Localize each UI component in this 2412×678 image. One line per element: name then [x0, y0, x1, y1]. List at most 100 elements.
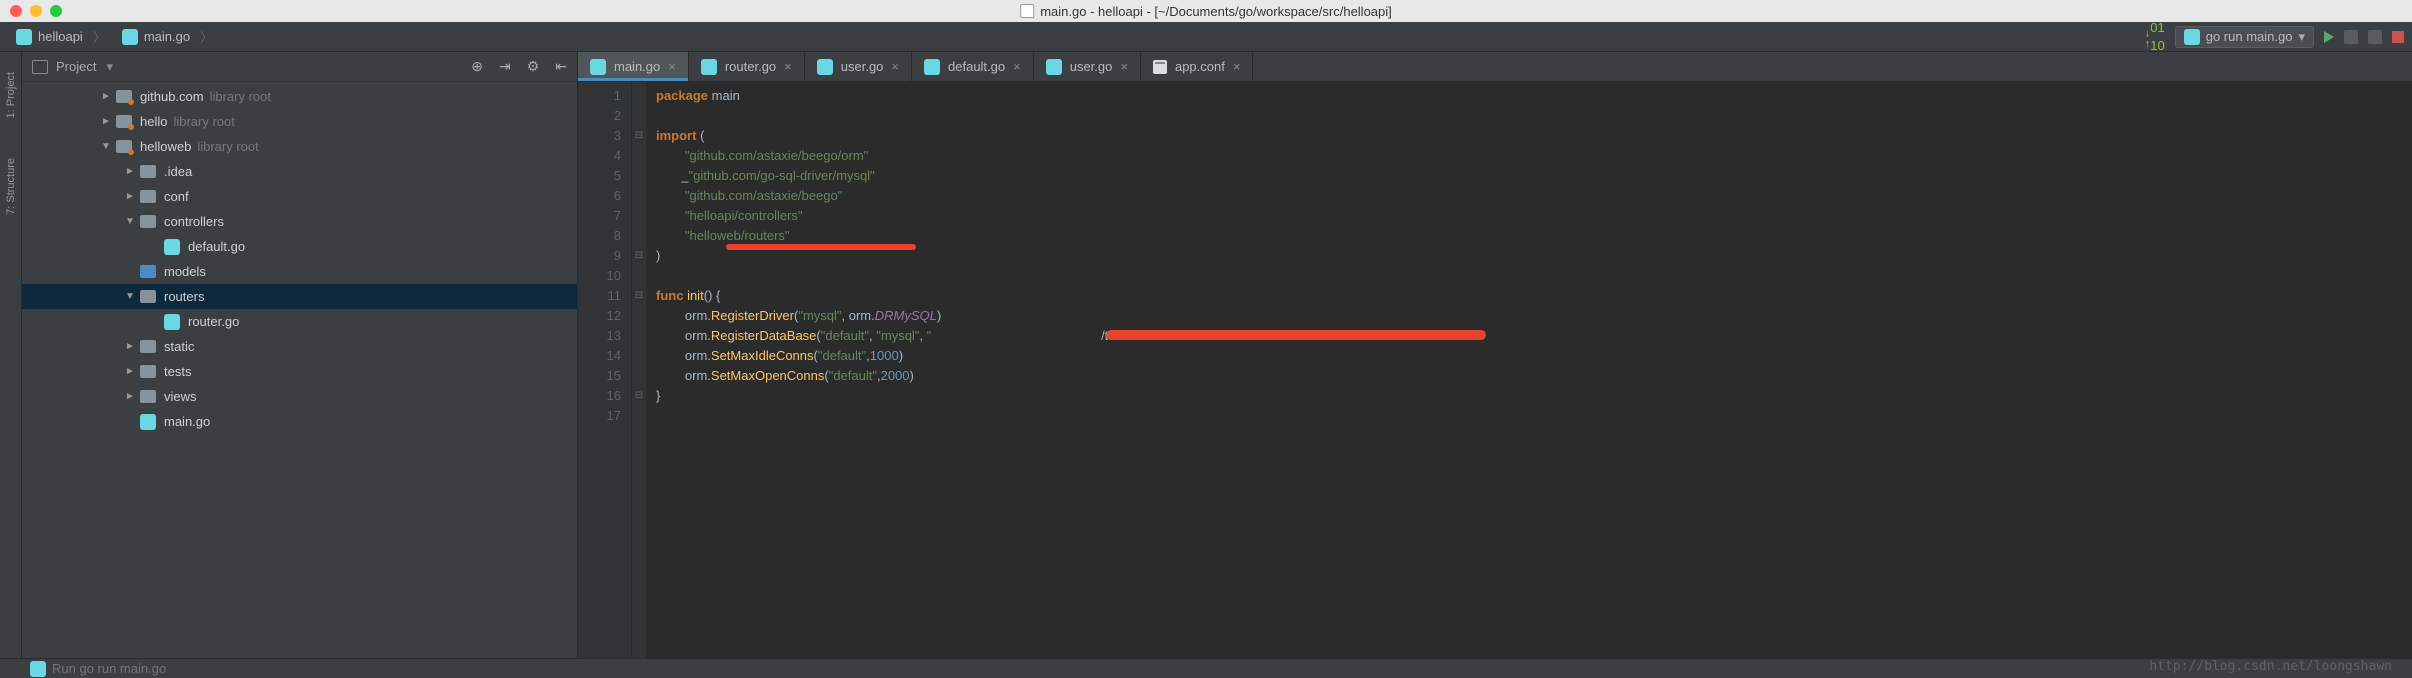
project-pane-title[interactable]: Project — [56, 59, 96, 74]
fold-marker[interactable] — [632, 186, 646, 206]
fold-marker[interactable] — [632, 106, 646, 126]
editor-tab[interactable]: app.conf× — [1141, 52, 1253, 81]
code-editor[interactable]: 1234567891011121314151617 ⊟⊟⊟⊟ package m… — [578, 82, 2412, 658]
tree-row[interactable]: ►static — [22, 334, 577, 359]
breadcrumb-file[interactable]: main.go 〉 — [114, 25, 221, 48]
tree-row[interactable]: ►hellolibrary root — [22, 109, 577, 134]
watermark: http://blog.csdn.net/loongshawn — [2149, 659, 2392, 674]
fold-marker[interactable] — [632, 306, 646, 326]
tree-row[interactable]: ►router.go — [22, 309, 577, 334]
tree-row[interactable]: ►main.go — [22, 409, 577, 434]
tree-row[interactable]: ►github.comlibrary root — [22, 84, 577, 109]
fold-marker[interactable] — [632, 346, 646, 366]
tree-row[interactable]: ▼helloweblibrary root — [22, 134, 577, 159]
close-tab-icon[interactable]: × — [1013, 59, 1021, 74]
run-button[interactable] — [2324, 31, 2334, 43]
annotation-redaction — [1106, 330, 1486, 340]
gopher-icon — [2184, 29, 2200, 45]
tree-label: models — [164, 264, 206, 279]
tree-arrow-icon[interactable]: ► — [120, 341, 140, 352]
tree-row[interactable]: ►tests — [22, 359, 577, 384]
fold-marker[interactable]: ⊟ — [632, 286, 646, 306]
close-tab-icon[interactable]: × — [668, 59, 676, 74]
close-tab-icon[interactable]: × — [1120, 59, 1128, 74]
fold-marker[interactable] — [632, 226, 646, 246]
code-line[interactable]: "github.com/astaxie/beego" — [656, 186, 1158, 206]
tree-arrow-icon[interactable]: ► — [120, 366, 140, 377]
fold-marker[interactable] — [632, 166, 646, 186]
close-window-button[interactable] — [10, 5, 22, 17]
project-tool-button[interactable]: 1: Project — [5, 72, 17, 118]
fold-gutter[interactable]: ⊟ ⊟ ⊟ ⊟ — [632, 82, 646, 658]
locate-icon[interactable]: ⊕ — [471, 58, 483, 75]
code-line[interactable]: orm.SetMaxIdleConns("default",1000) — [656, 346, 1158, 366]
code-line[interactable]: func init() { — [656, 286, 1158, 306]
code-line[interactable]: orm.RegisterDriver("mysql", orm.DRMySQL) — [656, 306, 1158, 326]
breadcrumb-project[interactable]: helloapi 〉 — [8, 25, 114, 48]
fold-marker[interactable] — [632, 326, 646, 346]
project-tree[interactable]: ►github.comlibrary root►hellolibrary roo… — [22, 82, 577, 658]
code-line[interactable] — [656, 406, 1158, 426]
tree-row[interactable]: ►default.go — [22, 234, 577, 259]
tree-arrow-icon[interactable]: ► — [120, 166, 140, 177]
code-line[interactable]: "helloapi/controllers" — [656, 206, 1158, 226]
code-line[interactable]: package main — [656, 86, 1158, 106]
run-configuration-selector[interactable]: go run main.go ▾ — [2175, 26, 2314, 48]
collapse-icon[interactable]: ⇥ — [499, 58, 511, 75]
minimize-window-button[interactable] — [30, 5, 42, 17]
tree-arrow-icon[interactable]: ► — [120, 391, 140, 402]
gear-icon[interactable]: ⚙ — [527, 58, 540, 75]
code-line[interactable]: } — [656, 386, 1158, 406]
tree-row[interactable]: ►conf — [22, 184, 577, 209]
editor-tab[interactable]: router.go× — [689, 52, 805, 81]
code-line[interactable]: import ( — [656, 126, 1158, 146]
code-line[interactable]: orm.RegisterDataBase("default", "mysql",… — [656, 326, 1158, 346]
hide-icon[interactable]: ⇤ — [555, 58, 567, 75]
code-line[interactable]: "github.com/astaxie/beego/orm" — [656, 146, 1158, 166]
stop-button[interactable] — [2392, 31, 2404, 43]
tree-label: github.com — [140, 89, 204, 104]
fold-marker[interactable] — [632, 266, 646, 286]
editor-tab[interactable]: default.go× — [912, 52, 1034, 81]
fold-marker[interactable]: ⊟ — [632, 126, 646, 146]
tree-arrow-icon[interactable]: ▼ — [120, 216, 140, 227]
zoom-window-button[interactable] — [50, 5, 62, 17]
tree-arrow-icon[interactable]: ► — [96, 91, 116, 102]
tree-arrow-icon[interactable]: ► — [120, 191, 140, 202]
code-line[interactable] — [656, 106, 1158, 126]
code-source[interactable]: package main import ( "github.com/astaxie… — [646, 82, 1158, 658]
fold-marker[interactable] — [632, 86, 646, 106]
tree-row[interactable]: ▼ routers — [22, 284, 577, 309]
tree-row[interactable]: ▼controllers — [22, 209, 577, 234]
tree-arrow-icon[interactable]: ► — [96, 116, 116, 127]
structure-tool-button[interactable]: 7: Structure — [5, 158, 17, 215]
file-icon — [1020, 4, 1034, 18]
code-line[interactable] — [656, 266, 1158, 286]
fold-marker[interactable]: ⊟ — [632, 386, 646, 406]
tree-arrow-icon[interactable]: ▼ — [120, 291, 140, 302]
fold-marker[interactable] — [632, 146, 646, 166]
close-tab-icon[interactable]: × — [1233, 59, 1241, 74]
build-status-icon[interactable]: ↓01↑10 — [2145, 21, 2165, 53]
fold-marker[interactable] — [632, 206, 646, 226]
fold-marker[interactable]: ⊟ — [632, 246, 646, 266]
line-number: 3 — [578, 126, 621, 146]
code-line[interactable]: "helloweb/routers" — [656, 226, 1158, 246]
tree-arrow-icon[interactable]: ▼ — [96, 141, 116, 152]
tree-row[interactable]: ►models — [22, 259, 577, 284]
fold-marker[interactable] — [632, 406, 646, 426]
close-tab-icon[interactable]: × — [784, 59, 792, 74]
tree-row[interactable]: ►views — [22, 384, 577, 409]
tree-row[interactable]: ►.idea — [22, 159, 577, 184]
editor-tab[interactable]: user.go× — [805, 52, 912, 81]
code-line[interactable]: _"github.com/go-sql-driver/mysql" — [656, 166, 1158, 186]
editor-tab[interactable]: user.go× — [1034, 52, 1141, 81]
tree-label: routers — [164, 289, 204, 304]
fold-marker[interactable] — [632, 366, 646, 386]
close-tab-icon[interactable]: × — [891, 59, 899, 74]
chevron-down-icon[interactable]: ▾ — [106, 59, 113, 75]
code-line[interactable]: orm.SetMaxOpenConns("default",2000) — [656, 366, 1158, 386]
coverage-button[interactable] — [2368, 30, 2382, 44]
editor-tab[interactable]: main.go× — [578, 52, 689, 81]
debug-button[interactable] — [2344, 30, 2358, 44]
